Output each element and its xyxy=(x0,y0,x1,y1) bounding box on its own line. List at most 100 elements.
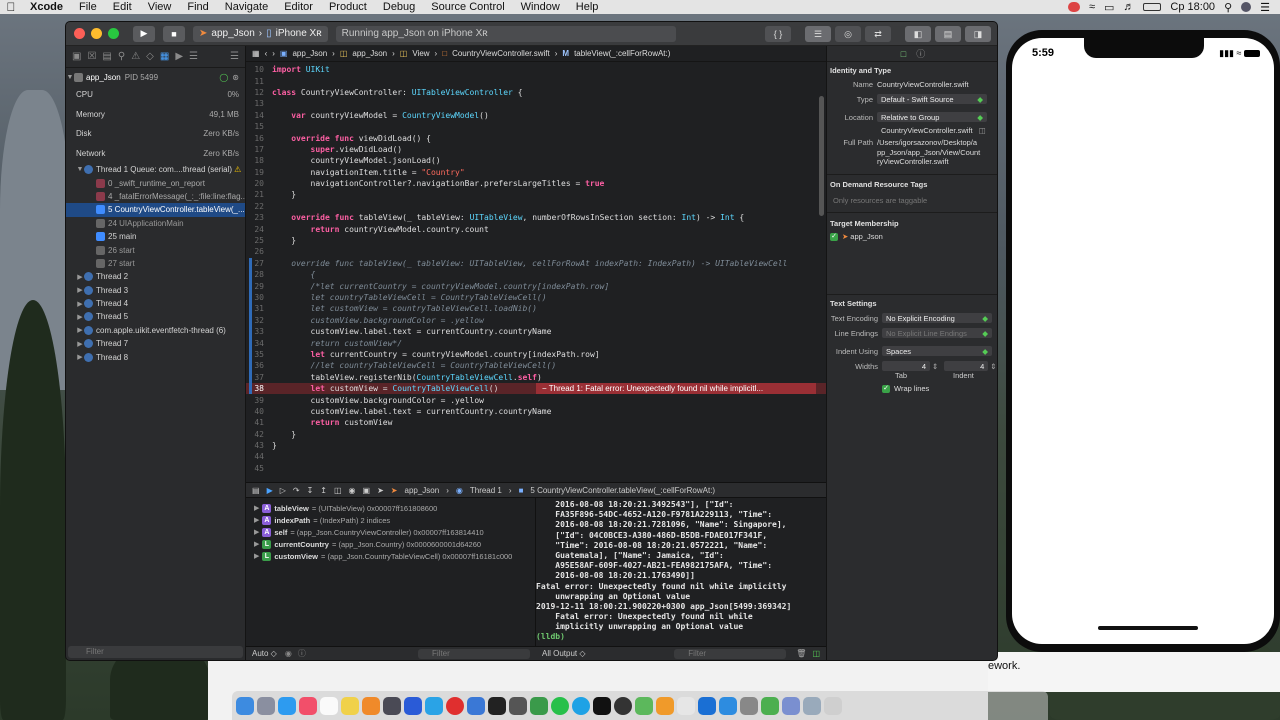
disclosure-closed-icon[interactable]: ▶ xyxy=(76,313,84,321)
source-control-icon[interactable]: ☒ xyxy=(87,51,96,62)
code-line[interactable]: 24 return countryViewModel.country.count xyxy=(246,223,826,234)
menu-list-icon[interactable]: ☰ xyxy=(1260,1,1270,14)
line-number[interactable]: 11 xyxy=(246,77,272,86)
notification-badge-icon[interactable] xyxy=(1067,2,1080,12)
network-gauge[interactable]: Network Zero KB/s xyxy=(66,144,245,164)
indent-width-field[interactable]: 4 xyxy=(944,361,989,371)
endings-select[interactable]: No Explicit Line Endings ◆ xyxy=(882,328,992,338)
photos-icon[interactable] xyxy=(677,696,695,715)
variables-filter-input[interactable]: Filter xyxy=(418,648,530,659)
user-icon[interactable] xyxy=(1241,2,1252,12)
breakpoints-toggle-icon[interactable]: ▶ xyxy=(267,486,273,495)
issue-navigator-icon[interactable]: ⚠ xyxy=(131,51,140,62)
line-number[interactable]: 26 xyxy=(246,247,272,256)
github-icon[interactable] xyxy=(614,696,632,715)
environment-icon[interactable]: ▣ xyxy=(363,486,371,495)
stack-frame-row[interactable]: 27 start xyxy=(66,257,245,270)
disk-gauge[interactable]: Disk Zero KB/s xyxy=(66,124,245,144)
jump-file[interactable]: CountryViewController.swift xyxy=(452,49,550,58)
code-line[interactable]: 14 var countryViewModel = CountryViewMod… xyxy=(246,110,826,121)
file-inspector-icon[interactable]: □ xyxy=(901,49,906,59)
memory-gauge[interactable]: Memory 49,1 MB xyxy=(66,105,245,125)
line-number[interactable]: 27 xyxy=(246,259,272,268)
code-line[interactable]: 42 } xyxy=(246,429,826,440)
line-number[interactable]: 38 xyxy=(246,384,272,393)
code-line[interactable]: 15 xyxy=(246,121,826,132)
indent-select[interactable]: Spaces ◆ xyxy=(882,346,992,356)
code-line[interactable]: 36 //let countryTableViewCell = CountryT… xyxy=(246,360,826,372)
music-icon[interactable] xyxy=(299,696,317,715)
stack-frame-row[interactable]: 26 start xyxy=(66,243,245,256)
info-icon[interactable]: ⓘ xyxy=(298,648,306,659)
forward-button[interactable]: › xyxy=(272,49,275,58)
disclosure-open-icon[interactable]: ▼ xyxy=(66,74,74,81)
code-line[interactable]: 18 countryViewModel.jsonLoad() xyxy=(246,155,826,166)
code-line[interactable]: 40 customView.label.text = currentCountr… xyxy=(246,406,826,417)
line-number[interactable]: 17 xyxy=(246,145,272,154)
line-number[interactable]: 34 xyxy=(246,339,272,348)
debug-crumb-thread[interactable]: Thread 1 xyxy=(470,486,502,495)
line-number[interactable]: 36 xyxy=(246,361,272,370)
volume-icon[interactable]: ♬ xyxy=(1123,1,1134,13)
menu-debug[interactable]: Debug xyxy=(375,1,423,13)
simulator-screen[interactable]: 5:59 ▮▮▮ ≈ xyxy=(1012,38,1274,644)
teamviewer-icon[interactable] xyxy=(698,696,716,715)
skype-icon[interactable] xyxy=(572,696,590,715)
disclosure-closed-icon[interactable]: ▶ xyxy=(254,540,259,548)
folder-icon[interactable] xyxy=(803,696,821,715)
line-number[interactable]: 22 xyxy=(246,202,272,211)
simulator-icon[interactable] xyxy=(488,696,506,715)
console-filter-input[interactable]: Filter xyxy=(674,648,787,659)
version-editor-button[interactable]: ⇄ xyxy=(865,25,891,42)
line-number[interactable]: 42 xyxy=(246,430,272,439)
variable-row[interactable]: ▶ A tableView = (UITableView) 0x00007ff1… xyxy=(246,502,535,514)
standard-editor-button[interactable]: ☰ xyxy=(805,25,831,42)
code-line[interactable]: 37 tableView.registerNib(CountryTableVie… xyxy=(246,371,826,384)
checkbox-checked-icon[interactable]: ✓ xyxy=(882,384,890,393)
source-editor[interactable]: ▦ ‹ › ▣ app_Json › ◫ app_Json › ◫ View ›… xyxy=(246,46,826,482)
stack-frame-row-selected[interactable]: 5 CountryViewController.tableView(_... xyxy=(66,203,245,217)
vpn-icon[interactable] xyxy=(404,696,422,715)
pages-icon[interactable] xyxy=(656,696,674,715)
menu-product[interactable]: Product xyxy=(321,1,375,13)
zoom-window-button[interactable] xyxy=(108,28,119,39)
debug-crumb-app[interactable]: app_Json xyxy=(405,486,440,495)
code-line[interactable]: 20 navigationController?.navigationBar.p… xyxy=(246,178,826,189)
menu-app[interactable]: Xcode xyxy=(22,1,71,13)
memory-graph-icon[interactable]: ◉ xyxy=(349,486,356,495)
clock[interactable]: Ср 18:00 xyxy=(1170,1,1215,13)
code-line[interactable]: 25 } xyxy=(246,235,826,246)
home-indicator[interactable] xyxy=(1098,626,1198,630)
options-icon[interactable]: ⊛ xyxy=(232,73,239,82)
code-line[interactable]: 30 let countryTableViewCell = CountryTab… xyxy=(246,291,826,304)
hide-debug-area-icon[interactable]: ▤ xyxy=(252,486,260,495)
disclosure-closed-icon[interactable]: ▶ xyxy=(76,353,84,361)
variables-view[interactable]: ▶ A tableView = (UITableView) 0x00007ff1… xyxy=(246,498,536,660)
code-line[interactable]: 43} xyxy=(246,440,826,451)
code-line[interactable]: 31 let customView = countryTableViewCell… xyxy=(246,303,826,315)
thread-row[interactable]: ▶ Thread 8 xyxy=(66,350,245,363)
disclosure-closed-icon[interactable]: ▶ xyxy=(76,340,84,348)
close-window-button[interactable] xyxy=(74,28,85,39)
trash-icon[interactable] xyxy=(824,696,842,715)
target-row[interactable]: ✓ ➤ app_Json xyxy=(830,232,883,241)
line-number[interactable]: 29 xyxy=(246,282,272,291)
project-navigator-icon[interactable]: ▣ xyxy=(72,51,81,62)
stack-frame-row[interactable]: 25 main xyxy=(66,230,245,243)
code-line[interactable]: 33 customView.label.text = currentCountr… xyxy=(246,325,826,338)
xcode-icon[interactable] xyxy=(467,696,485,715)
related-items-icon[interactable]: ▦ xyxy=(252,49,260,58)
code-line[interactable]: 21 } xyxy=(246,189,826,200)
thread-row[interactable]: ▶ Thread 3 xyxy=(66,284,245,297)
jump-method[interactable]: tableView(_:cellForRowAt:) xyxy=(574,49,670,58)
downloads-icon[interactable] xyxy=(782,696,800,715)
launchpad-icon[interactable] xyxy=(257,696,275,715)
quicktime-icon[interactable] xyxy=(383,696,401,715)
line-number[interactable]: 37 xyxy=(246,373,272,382)
terminal-icon[interactable] xyxy=(593,696,611,715)
line-number[interactable]: 18 xyxy=(246,156,272,165)
code-line[interactable]: 13 xyxy=(246,98,826,109)
thread-row[interactable]: ▶ Thread 7 xyxy=(66,337,245,350)
whatsapp-icon[interactable] xyxy=(551,696,569,715)
menu-navigate[interactable]: Navigate xyxy=(217,1,276,13)
